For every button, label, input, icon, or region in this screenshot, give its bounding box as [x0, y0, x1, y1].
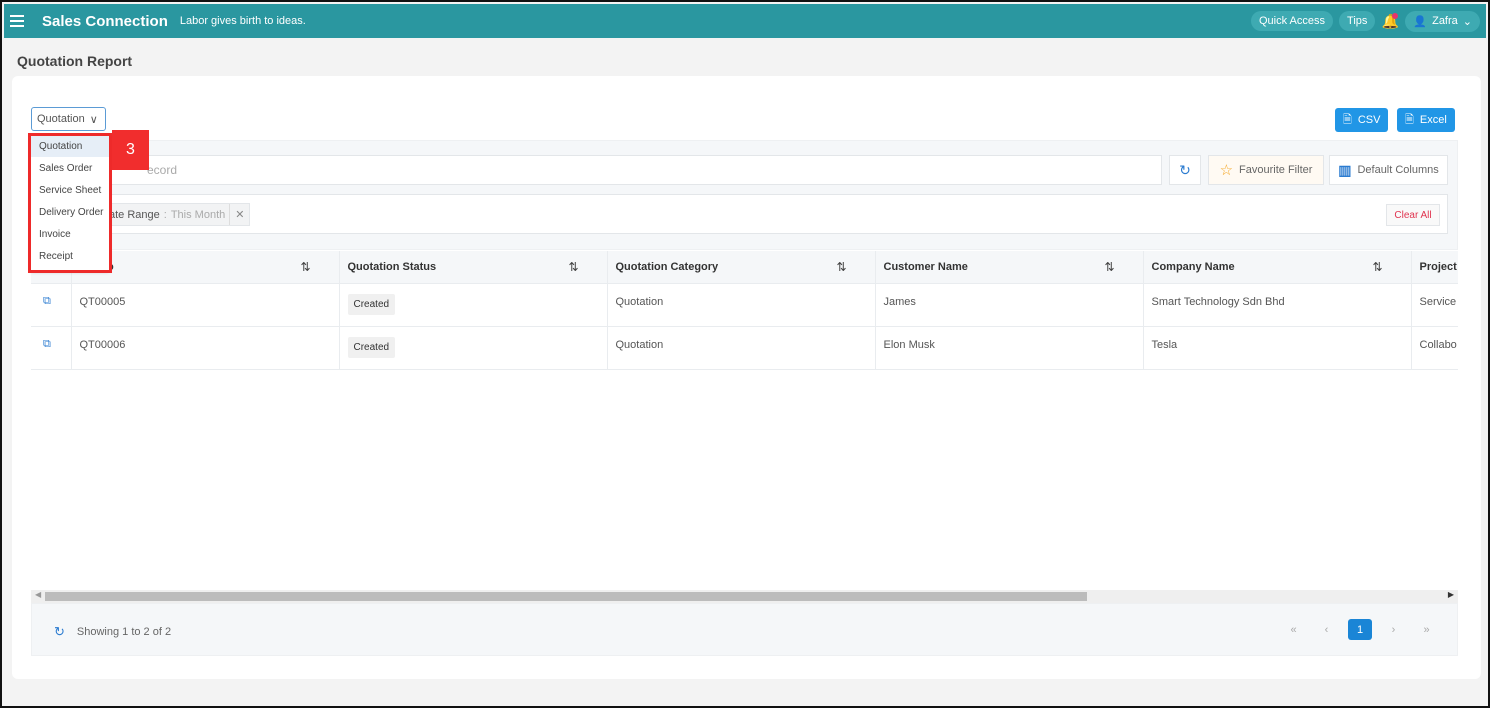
user-icon: 👤 — [1413, 15, 1428, 28]
cell-company: Smart Technology Sdn Bhd — [1143, 283, 1412, 327]
cell-project: Collabo — [1411, 326, 1458, 370]
annotation-step-label: 3 — [112, 130, 149, 170]
tagline: Labor gives birth to ideas. — [179, 15, 306, 27]
remove-filter-icon[interactable]: ✕ — [229, 204, 249, 225]
col-company-name[interactable]: Company Name ⇅ — [1143, 251, 1412, 284]
annotation-highlight-box — [28, 133, 112, 273]
filter-chip-date-range: ate Range : This Month ✕ — [102, 203, 251, 226]
edit-icon[interactable]: ⧉ — [31, 326, 72, 370]
scroll-left-icon[interactable]: ◀ — [35, 590, 41, 599]
default-columns-label: Default Columns — [1357, 164, 1439, 176]
cell-customer: James — [875, 283, 1144, 327]
prev-page-button[interactable]: ‹ — [1310, 624, 1343, 636]
default-columns-button[interactable]: ▥ Default Columns — [1329, 155, 1448, 185]
chip-value: This Month — [170, 208, 226, 221]
user-name: Zafra — [1432, 15, 1458, 27]
file-excel-icon: 🗎 — [1405, 113, 1414, 126]
chip-label: ate Range — [109, 208, 160, 221]
favourite-filter-label: Favourite Filter — [1239, 164, 1313, 176]
scrollbar-thumb[interactable] — [45, 592, 1087, 601]
page-title: Quotation Report — [17, 53, 133, 69]
export-csv-button[interactable]: 🗎 CSV — [1335, 108, 1389, 132]
edit-icon[interactable]: ⧉ — [31, 283, 72, 327]
report-type-select[interactable]: Quotation ∨ — [31, 107, 106, 131]
report-type-value: Quotation — [37, 113, 85, 125]
table-footer — [31, 603, 1458, 656]
chevron-down-icon: ⌄ — [1462, 15, 1472, 28]
col-label: Customer Name — [883, 260, 968, 273]
columns-icon: ▥ — [1338, 161, 1352, 178]
sort-icon[interactable]: ⇅ — [1104, 260, 1114, 274]
refresh-button[interactable]: ↻ — [1169, 155, 1201, 185]
excel-label: Excel — [1419, 114, 1447, 126]
table-row: ⧉ QT00005 Created Quotation James Smart … — [31, 283, 1458, 327]
top-bar: Sales Connection Labor gives birth to id… — [4, 4, 1486, 38]
status-badge: Created — [347, 336, 396, 358]
quotation-table: ion No⇅ Quotation Status⇅ Quotation Cate… — [31, 251, 1458, 370]
col-project[interactable]: Project — [1411, 251, 1458, 284]
csv-label: CSV — [1357, 114, 1381, 126]
col-quotation-category[interactable]: Quotation Category ⇅ — [607, 251, 876, 284]
cell-category: Quotation — [607, 326, 876, 370]
notification-dot — [1392, 13, 1399, 19]
refresh-icon: ↻ — [1179, 161, 1191, 178]
sort-icon[interactable]: ⇅ — [300, 260, 310, 274]
search-placeholder: ecord — [147, 163, 178, 177]
pagination: « ‹ 1 › » — [1277, 619, 1443, 640]
sort-icon[interactable]: ⇅ — [568, 260, 578, 274]
user-menu[interactable]: 👤 Zafra ⌄ — [1405, 10, 1480, 32]
col-label: Quotation Category — [615, 260, 719, 273]
export-excel-button[interactable]: 🗎 Excel — [1397, 108, 1455, 132]
next-page-button[interactable]: › — [1377, 624, 1410, 636]
notification-bell-icon[interactable]: 🔔 — [1381, 11, 1399, 31]
col-customer-name[interactable]: Customer Name ⇅ — [875, 251, 1144, 284]
file-excel-icon: 🗎 — [1343, 113, 1352, 126]
status-badge: Created — [347, 293, 396, 315]
table-header-row: ion No⇅ Quotation Status⇅ Quotation Cate… — [31, 251, 1458, 284]
cell-status: Created — [339, 326, 608, 370]
cell-status: Created — [339, 283, 608, 327]
last-page-button[interactable]: » — [1410, 624, 1443, 636]
cell-category: Quotation — [607, 283, 876, 327]
cell-quotation-no: QT00006 — [71, 326, 340, 370]
star-icon: ☆ — [1219, 162, 1234, 179]
table-row: ⧉ QT00006 Created Quotation Elon Musk Te… — [31, 326, 1458, 370]
brand-name: Sales Connection — [42, 12, 168, 30]
cell-quotation-no: QT00005 — [71, 283, 340, 327]
menu-icon[interactable] — [10, 15, 24, 27]
tips-button[interactable]: Tips — [1339, 11, 1376, 31]
scroll-right-icon[interactable]: ▶ — [1448, 590, 1454, 599]
cell-company: Tesla — [1143, 326, 1412, 370]
col-label: Quotation Status — [347, 260, 437, 273]
showing-text: Showing 1 to 2 of 2 — [76, 626, 172, 638]
cell-customer: Elon Musk — [875, 326, 1144, 370]
quick-access-button[interactable]: Quick Access — [1250, 11, 1334, 31]
chip-separator: : — [163, 208, 167, 221]
col-label: Project — [1419, 260, 1457, 273]
sort-icon[interactable]: ⇅ — [1372, 260, 1382, 274]
page-1-button[interactable]: 1 — [1348, 619, 1372, 640]
horizontal-scrollbar[interactable]: ◀ ▶ — [31, 590, 1458, 603]
clear-all-button[interactable]: Clear All — [1386, 204, 1440, 226]
pagination-info: ↻ Showing 1 to 2 of 2 — [54, 624, 171, 640]
col-label: Company Name — [1151, 260, 1235, 273]
cell-project: Service — [1411, 283, 1458, 327]
refresh-icon[interactable]: ↻ — [54, 624, 65, 640]
app-frame: Sales Connection Labor gives birth to id… — [0, 0, 1490, 708]
sort-icon[interactable]: ⇅ — [836, 260, 846, 274]
chevron-down-icon: ∨ — [89, 113, 98, 126]
search-input[interactable]: ecord — [36, 155, 1162, 185]
first-page-button[interactable]: « — [1277, 624, 1310, 636]
col-quotation-status[interactable]: Quotation Status ⇅ — [339, 251, 608, 284]
favourite-filter-button[interactable]: ☆ Favourite Filter — [1208, 155, 1324, 185]
